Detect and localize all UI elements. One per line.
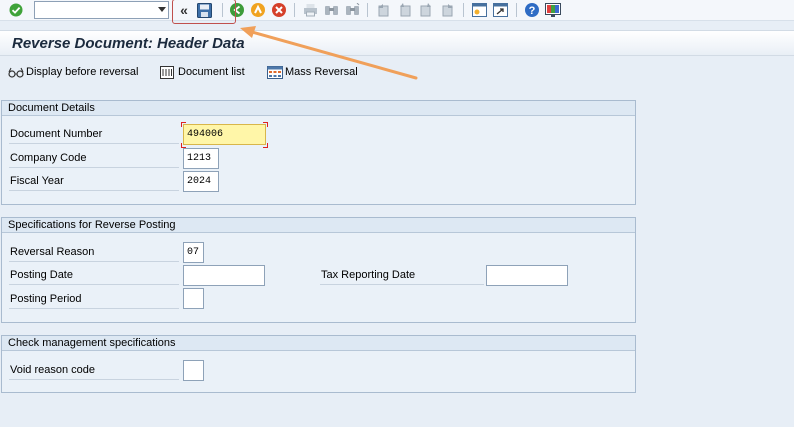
mass-reversal-icon	[267, 65, 283, 79]
display-before-reversal-button[interactable]: Display before reversal	[8, 64, 139, 80]
separator	[294, 3, 295, 17]
separator	[367, 3, 368, 17]
system-toolbar: « ?	[0, 0, 794, 24]
cancel-icon[interactable]	[271, 2, 287, 18]
application-toolbar: Display before reversal Document list Ma…	[0, 61, 794, 83]
focus-corner	[181, 122, 186, 127]
void-reason-code-field[interactable]	[183, 360, 204, 381]
focus-corner	[263, 122, 268, 127]
title-bar: Reverse Document: Header Data	[0, 30, 794, 56]
help-icon[interactable]: ?	[524, 2, 540, 18]
void-reason-code-label: Void reason code	[9, 362, 179, 380]
document-number-field[interactable]: 494006	[183, 124, 266, 145]
group-header: Specifications for Reverse Posting	[2, 218, 635, 233]
reversal-reason-label: Reversal Reason	[9, 244, 179, 262]
next-page-icon[interactable]	[418, 2, 434, 18]
mass-reversal-label: Mass Reversal	[285, 66, 358, 78]
enter-icon[interactable]	[8, 2, 24, 18]
fiscal-year-field[interactable]: 2024	[183, 171, 219, 192]
chevron-down-icon[interactable]	[158, 7, 166, 12]
document-list-label: Document list	[178, 66, 245, 78]
posting-date-label: Posting Date	[9, 267, 179, 285]
glasses-icon	[8, 66, 24, 79]
previous-page-icon[interactable]	[396, 2, 412, 18]
command-field[interactable]	[34, 1, 169, 19]
tax-reporting-date-field[interactable]	[486, 265, 568, 286]
document-list-button[interactable]: Document list	[160, 64, 245, 80]
list-icon	[160, 65, 175, 79]
page-title: Reverse Document: Header Data	[12, 35, 245, 52]
company-code-field[interactable]: 1213	[183, 148, 219, 169]
find-icon[interactable]	[323, 2, 339, 18]
group-document-details: Document Details Document Number 494006 …	[1, 100, 636, 205]
group-reverse-posting: Specifications for Reverse Posting Rever…	[1, 217, 636, 323]
annotation-highlight-box	[172, 0, 236, 24]
posting-period-field[interactable]	[183, 288, 204, 309]
document-number-label: Document Number	[9, 126, 179, 144]
group-header: Document Details	[2, 101, 635, 116]
posting-date-field[interactable]	[183, 265, 265, 286]
print-icon[interactable]	[302, 2, 318, 18]
svg-text:?: ?	[529, 5, 536, 17]
posting-period-label: Posting Period	[9, 291, 179, 309]
exit-icon[interactable]	[250, 2, 266, 18]
separator	[463, 3, 464, 17]
display-before-reversal-label: Display before reversal	[26, 66, 139, 78]
customize-layout-icon[interactable]	[545, 2, 561, 18]
mass-reversal-button[interactable]: Mass Reversal	[267, 64, 358, 80]
company-code-label: Company Code	[9, 150, 179, 168]
last-page-icon[interactable]	[440, 2, 456, 18]
separator	[516, 3, 517, 17]
focus-corner	[263, 143, 268, 148]
find-next-icon[interactable]	[344, 2, 360, 18]
fiscal-year-label: Fiscal Year	[9, 173, 179, 191]
group-header: Check management specifications	[2, 336, 635, 351]
create-session-icon[interactable]	[471, 2, 487, 18]
reversal-reason-field[interactable]: 07	[183, 242, 204, 263]
tax-reporting-date-label: Tax Reporting Date	[320, 267, 484, 285]
generate-shortcut-icon[interactable]	[492, 2, 508, 18]
first-page-icon[interactable]	[374, 2, 390, 18]
group-check-management: Check management specifications Void rea…	[1, 335, 636, 393]
